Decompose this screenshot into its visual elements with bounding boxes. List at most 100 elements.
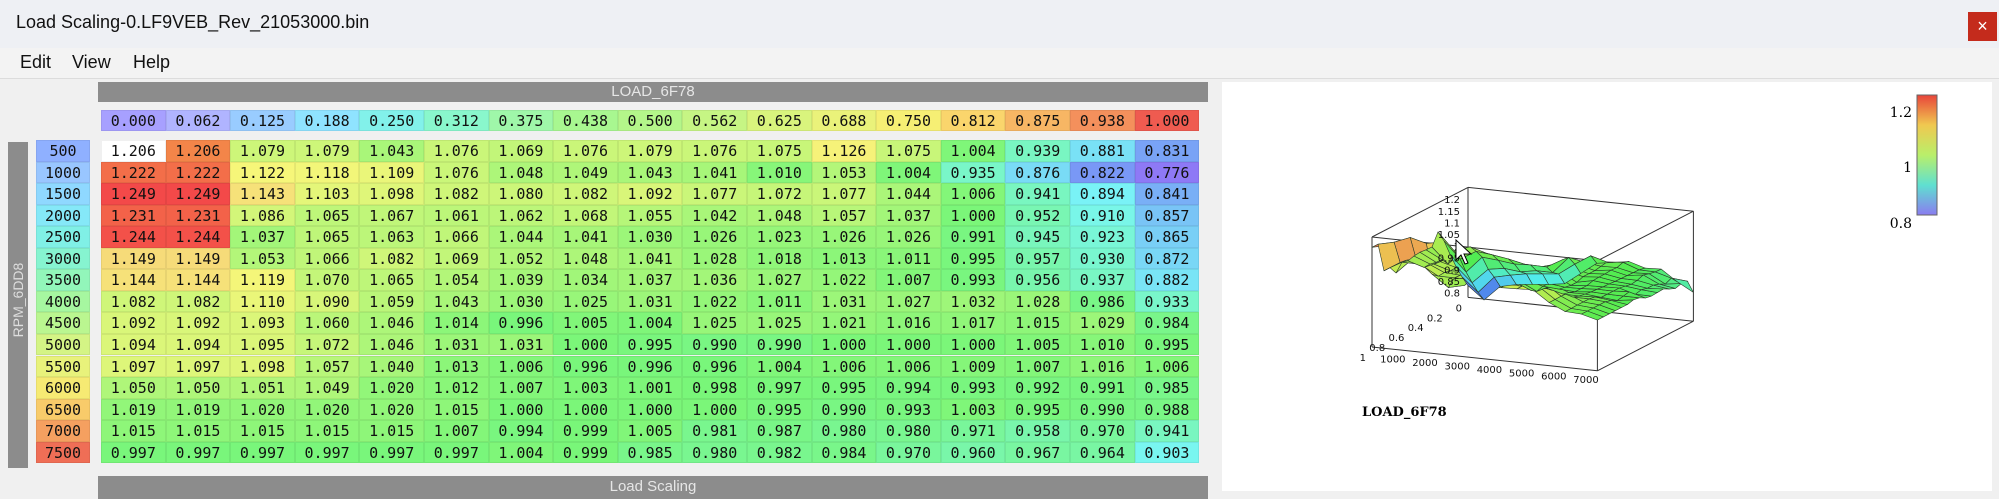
table-cell[interactable]: 1.098 — [359, 183, 424, 205]
table-cell[interactable]: 1.011 — [876, 247, 941, 270]
table-cell[interactable]: 0.996 — [617, 355, 683, 378]
table-cell[interactable]: 0.990 — [811, 398, 877, 421]
table-cell[interactable]: 1.015 — [424, 398, 489, 421]
table-cell[interactable]: 1.010 — [747, 161, 812, 184]
table-cell[interactable]: 0.822 — [1070, 161, 1135, 184]
table-cell[interactable]: 0.776 — [1134, 161, 1200, 184]
table-cell[interactable]: 1.030 — [617, 226, 683, 248]
table-cell[interactable]: 1.015 — [230, 420, 295, 442]
table-cell[interactable]: 1.031 — [488, 333, 554, 356]
table-cell[interactable]: 1.079 — [617, 140, 683, 162]
table-cell[interactable]: 1.062 — [488, 204, 554, 227]
table-cell[interactable]: 1.016 — [876, 312, 941, 334]
table-cell[interactable]: 0.996 — [682, 355, 747, 378]
table-cell[interactable]: 0.985 — [617, 441, 683, 464]
table-cell[interactable]: 0.971 — [940, 420, 1006, 442]
table-cell[interactable]: 1.027 — [747, 269, 812, 291]
table-cell[interactable]: 1.004 — [488, 441, 554, 464]
table-cell[interactable]: 1.028 — [682, 247, 747, 270]
table-cell[interactable]: 0.945 — [1005, 226, 1070, 248]
table-cell[interactable]: 1.075 — [876, 140, 941, 162]
table-cell[interactable]: 1.065 — [359, 269, 424, 291]
table-cell[interactable]: 1.000 — [488, 398, 554, 421]
table-cell[interactable]: 0.981 — [682, 420, 747, 442]
table-cell[interactable]: 0.991 — [1070, 377, 1135, 399]
table-cell[interactable]: 1.006 — [811, 355, 877, 378]
table-cell[interactable]: 0.964 — [1070, 441, 1135, 464]
table-cell[interactable]: 1.119 — [230, 269, 295, 291]
menu-help[interactable]: Help — [133, 52, 170, 73]
table-cell[interactable]: 0.997 — [294, 441, 360, 464]
table-cell[interactable]: 0.995 — [811, 377, 877, 399]
table-cell[interactable]: 0.997 — [165, 441, 231, 464]
table-cell[interactable]: 1.082 — [359, 247, 424, 270]
table-cell[interactable]: 1.231 — [101, 204, 166, 227]
table-cell[interactable]: 1.015 — [294, 420, 360, 442]
table-cell[interactable]: 1.013 — [811, 247, 877, 270]
table-cell[interactable]: 1.066 — [294, 247, 360, 270]
table-cell[interactable]: 1.043 — [424, 290, 489, 313]
table-cell[interactable]: 1.244 — [101, 226, 166, 248]
table-cell[interactable]: 0.967 — [1005, 441, 1070, 464]
table-cell[interactable]: 1.077 — [682, 183, 747, 205]
table-cell[interactable]: 0.952 — [1005, 204, 1070, 227]
table-cell[interactable]: 1.000 — [553, 333, 618, 356]
table-cell[interactable]: 0.997 — [359, 441, 424, 464]
table-cell[interactable]: 1.032 — [940, 290, 1006, 313]
table-cell[interactable]: 1.012 — [424, 377, 489, 399]
table-cell[interactable]: 1.249 — [101, 183, 166, 205]
table-cell[interactable]: 0.980 — [876, 420, 941, 442]
table-cell[interactable]: 1.009 — [940, 355, 1006, 378]
table-cell[interactable]: 1.063 — [359, 226, 424, 248]
table-cell[interactable]: 1.144 — [165, 269, 231, 291]
table-cell[interactable]: 1.076 — [424, 161, 489, 184]
table-cell[interactable]: 0.985 — [1134, 377, 1200, 399]
table-cell[interactable]: 0.941 — [1134, 420, 1200, 442]
table-cell[interactable]: 0.865 — [1134, 226, 1200, 248]
table-cell[interactable]: 0.970 — [1070, 420, 1135, 442]
table-cell[interactable]: 0.986 — [1070, 290, 1135, 313]
table-cell[interactable]: 1.005 — [1005, 333, 1070, 356]
table-cell[interactable]: 1.028 — [1005, 290, 1070, 313]
table-cell[interactable]: 1.048 — [553, 247, 618, 270]
table-cell[interactable]: 1.004 — [940, 140, 1006, 162]
table-cell[interactable]: 1.244 — [165, 226, 231, 248]
table-cell[interactable]: 1.010 — [1070, 333, 1135, 356]
table-cell[interactable]: 1.017 — [940, 312, 1006, 334]
table-cell[interactable]: 1.044 — [488, 226, 554, 248]
table-cell[interactable]: 0.910 — [1070, 204, 1135, 227]
close-button[interactable]: × — [1968, 12, 1997, 41]
table-cell[interactable]: 1.222 — [165, 161, 231, 184]
table-cell[interactable]: 1.050 — [101, 377, 166, 399]
table-cell[interactable]: 0.882 — [1134, 269, 1200, 291]
table-cell[interactable]: 1.020 — [294, 398, 360, 421]
table-cell[interactable]: 1.051 — [230, 377, 295, 399]
table-cell[interactable]: 1.020 — [359, 377, 424, 399]
table-cell[interactable]: 1.021 — [811, 312, 877, 334]
table-cell[interactable]: 0.957 — [1005, 247, 1070, 270]
table-cell[interactable]: 1.000 — [876, 333, 941, 356]
menu-edit[interactable]: Edit — [20, 52, 51, 73]
table-cell[interactable]: 1.007 — [488, 377, 554, 399]
table-cell[interactable]: 0.993 — [876, 398, 941, 421]
table-cell[interactable]: 1.049 — [294, 377, 360, 399]
table-cell[interactable]: 1.048 — [747, 204, 812, 227]
table-cell[interactable]: 1.022 — [682, 290, 747, 313]
table-cell[interactable]: 1.007 — [876, 269, 941, 291]
table-cell[interactable]: 1.057 — [294, 355, 360, 378]
table-cell[interactable]: 1.055 — [617, 204, 683, 227]
table-cell[interactable]: 0.991 — [940, 226, 1006, 248]
table-cell[interactable]: 0.980 — [682, 441, 747, 464]
table-cell[interactable]: 1.249 — [165, 183, 231, 205]
table-cell[interactable]: 1.046 — [359, 312, 424, 334]
table-cell[interactable]: 0.996 — [553, 355, 618, 378]
table-cell[interactable]: 0.996 — [488, 312, 554, 334]
table-cell[interactable]: 1.098 — [230, 355, 295, 378]
table-cell[interactable]: 0.984 — [811, 441, 877, 464]
table-cell[interactable]: 1.094 — [165, 333, 231, 356]
table-cell[interactable]: 1.080 — [488, 183, 554, 205]
table-cell[interactable]: 1.126 — [811, 140, 877, 162]
table-cell[interactable]: 1.072 — [747, 183, 812, 205]
table-cell[interactable]: 1.046 — [359, 333, 424, 356]
table-cell[interactable]: 1.003 — [940, 398, 1006, 421]
